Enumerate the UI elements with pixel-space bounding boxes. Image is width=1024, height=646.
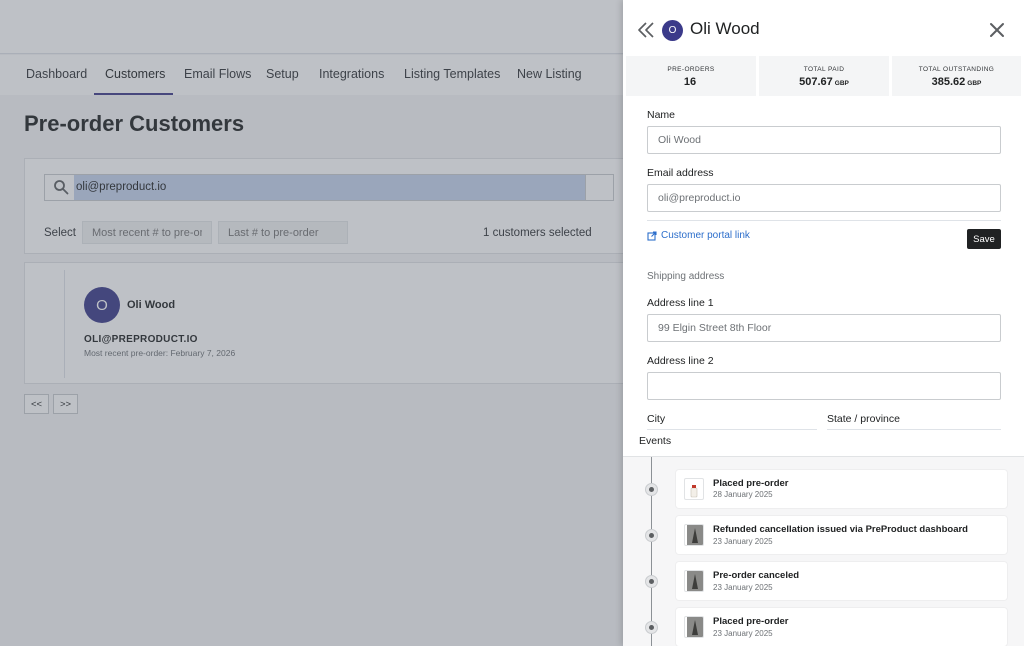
panel-avatar: O [662, 20, 683, 41]
close-icon[interactable] [989, 22, 1005, 38]
state-province-field[interactable] [827, 429, 1001, 430]
event-date: 23 January 2025 [713, 537, 773, 546]
timeline-dot [645, 621, 658, 634]
events-label: Events [639, 435, 672, 447]
timeline-dot [645, 483, 658, 496]
stat-label: TOTAL PAID [803, 66, 845, 73]
city-field[interactable] [647, 429, 817, 430]
event-title: Refunded cancellation issued via PreProd… [713, 524, 968, 535]
event-date: 28 January 2025 [713, 490, 773, 499]
email-label: Email address [647, 167, 714, 179]
stat-preorders: PRE-ORDERS 16 [626, 56, 756, 96]
product-thumbnail [684, 524, 704, 546]
stat-label: TOTAL OUTSTANDING [918, 66, 995, 73]
customer-side-panel: O Oli Wood PRE-ORDERS 16 TOTAL PAID 507.… [623, 0, 1024, 646]
shipping-address-title: Shipping address [647, 271, 725, 282]
stat-label: PRE-ORDERS [667, 66, 715, 73]
event-date: 23 January 2025 [713, 583, 773, 592]
name-label: Name [647, 109, 676, 121]
panel-title: Oli Wood [690, 19, 760, 38]
stat-currency: GBP [834, 80, 849, 87]
product-thumbnail [684, 570, 704, 592]
product-thumbnail [684, 616, 704, 638]
customer-form: Name Email address Customer portal link … [623, 96, 1024, 432]
stat-total-paid: TOTAL PAID 507.67 GBP [759, 56, 889, 96]
events-timeline: Placed pre-order 28 January 2025 Refunde… [623, 456, 1024, 646]
address-line-1-field[interactable] [647, 314, 1001, 342]
event-title: Placed pre-order [713, 616, 789, 627]
save-button[interactable]: Save [967, 229, 1001, 249]
address-line-2-label: Address line 2 [647, 355, 714, 367]
event-title: Placed pre-order [713, 478, 789, 489]
external-link-icon [647, 230, 657, 241]
timeline-dot [645, 529, 658, 542]
form-divider [647, 220, 1001, 221]
address-line-1-label: Address line 1 [647, 297, 714, 309]
event-date: 23 January 2025 [713, 629, 773, 638]
customer-portal-link[interactable]: Customer portal link [647, 230, 750, 241]
stat-value: 385.62 [931, 76, 966, 88]
double-chevron-left-icon[interactable] [637, 20, 655, 40]
event-item[interactable]: Placed pre-order 28 January 2025 [676, 470, 1007, 508]
timeline-dot [645, 575, 658, 588]
product-thumbnail [684, 478, 704, 500]
modal-overlay[interactable] [0, 0, 623, 646]
stat-value: 16 [683, 76, 697, 88]
name-field[interactable] [647, 126, 1001, 154]
stat-total-outstanding: TOTAL OUTSTANDING 385.62 GBP [892, 56, 1021, 96]
event-title: Pre-order canceled [713, 570, 800, 581]
stat-value: 507.67 [799, 76, 833, 88]
state-province-label: State / province [827, 413, 900, 425]
customer-portal-link-label[interactable]: Customer portal link [661, 230, 750, 241]
stat-currency: GBP [967, 80, 982, 87]
event-item[interactable]: Pre-order canceled 23 January 2025 [676, 562, 1007, 600]
event-item[interactable]: Refunded cancellation issued via PreProd… [676, 516, 1007, 554]
city-label: City [647, 413, 666, 425]
event-item[interactable]: Placed pre-order 23 January 2025 [676, 608, 1007, 646]
stats-bar: PRE-ORDERS 16 TOTAL PAID 507.67 GBP TOTAL… [626, 56, 1021, 96]
email-field[interactable] [647, 184, 1001, 212]
address-line-2-field[interactable] [647, 372, 1001, 400]
